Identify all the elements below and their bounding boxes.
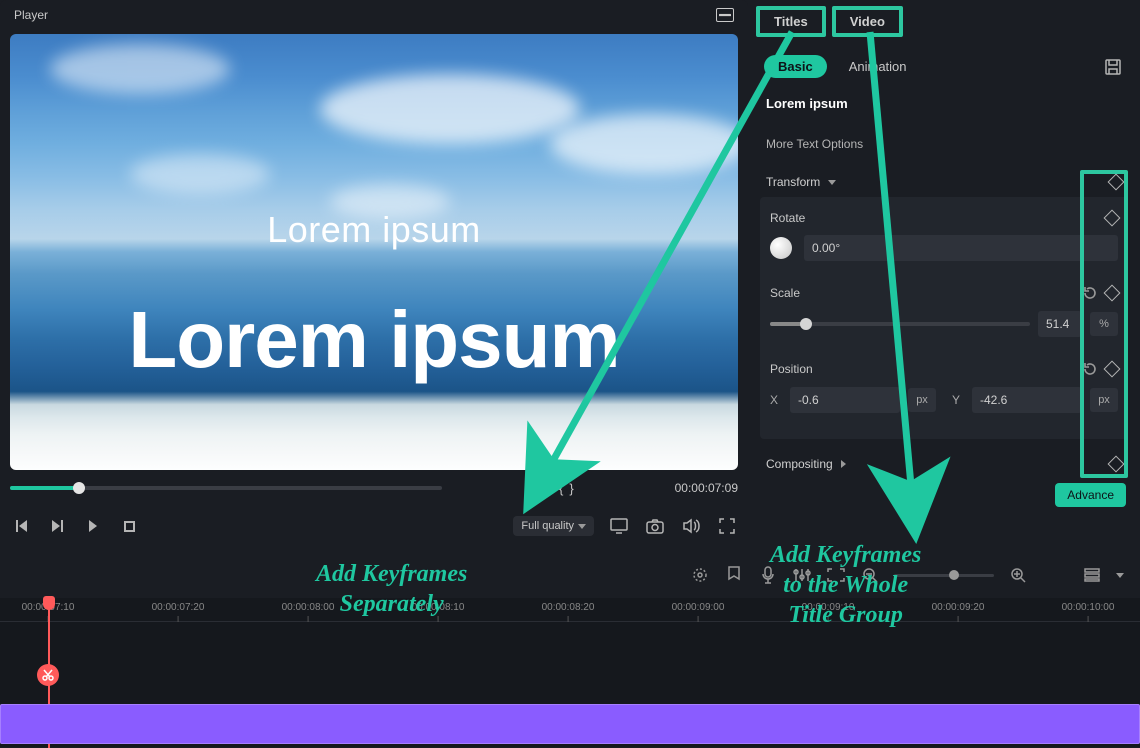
ruler-tick: 00:00:10:00 <box>1062 602 1115 613</box>
keyframe-position-button[interactable] <box>1104 361 1121 378</box>
snapshot-header-icon[interactable] <box>716 8 734 22</box>
rotate-knob[interactable] <box>770 237 792 259</box>
timeline-toolbar <box>0 555 1140 595</box>
keyframe-compositing-button[interactable] <box>1108 456 1125 473</box>
ruler-tick: 00:00:09:00 <box>672 602 725 613</box>
pos-x-label: X <box>770 393 782 407</box>
quality-dropdown[interactable]: Full quality <box>513 516 594 536</box>
tab-titles[interactable]: Titles <box>760 10 822 33</box>
chevron-right-icon <box>841 460 846 468</box>
scale-slider[interactable] <box>770 322 1030 326</box>
rotate-label: Rotate <box>770 211 830 225</box>
pos-y-label: Y <box>952 393 964 407</box>
player-panel: Player Lorem ipsum Lorem ipsum { } 00:00… <box>0 0 748 540</box>
keyframe-scale-button[interactable] <box>1104 285 1121 302</box>
annotation-right: Add Keyframesto the WholeTitle Group <box>770 540 921 630</box>
scale-reset-icon[interactable] <box>1082 285 1098 301</box>
time-ruler[interactable]: 00:00:07:1000:00:07:2000:00:08:0000:00:0… <box>0 598 1140 622</box>
player-title: Player <box>14 8 48 22</box>
zoom-in-icon[interactable] <box>1008 565 1028 585</box>
title-name-label: Lorem ipsum <box>766 96 1132 111</box>
compositing-section-header[interactable]: Compositing <box>766 457 1122 471</box>
save-preset-icon[interactable] <box>1102 56 1124 78</box>
pos-x-input[interactable] <box>790 387 900 413</box>
scale-label: Scale <box>770 286 830 300</box>
scale-input[interactable] <box>1038 311 1082 337</box>
prev-frame-button[interactable] <box>10 515 32 537</box>
scale-unit: % <box>1090 312 1118 336</box>
position-reset-icon[interactable] <box>1082 361 1098 377</box>
annotation-highlight-video: Video <box>832 6 903 37</box>
ruler-tick: 00:00:08:20 <box>542 602 595 613</box>
position-label: Position <box>770 362 830 376</box>
subtab-basic[interactable]: Basic <box>764 55 827 78</box>
annotation-highlight-titles: Titles <box>756 6 826 37</box>
transform-section-header[interactable]: Transform <box>766 175 1122 189</box>
marker-icon[interactable] <box>724 565 744 585</box>
pos-y-unit: px <box>1090 388 1118 412</box>
ruler-tick: 00:00:07:20 <box>152 602 205 613</box>
pos-y-input[interactable] <box>972 387 1082 413</box>
mark-out-button[interactable]: } <box>569 481 573 496</box>
subtab-animation[interactable]: Animation <box>835 55 921 78</box>
title-overlay-small: Lorem ipsum <box>267 209 481 251</box>
play-button[interactable] <box>82 515 104 537</box>
playhead-timecode: 00:00:07:09 <box>675 481 738 495</box>
mark-in-button[interactable]: { <box>559 481 563 496</box>
track-size-icon[interactable] <box>1082 565 1102 585</box>
playback-progress[interactable] <box>10 486 442 490</box>
pos-x-unit: px <box>908 388 936 412</box>
rotate-input[interactable] <box>804 235 1118 261</box>
split-clip-button[interactable] <box>37 664 59 686</box>
auto-ripple-icon[interactable] <box>690 565 710 585</box>
chevron-down-icon <box>828 180 836 185</box>
timeline-panel: 00:00:07:1000:00:07:2000:00:08:0000:00:0… <box>0 598 1140 747</box>
chevron-down-icon[interactable] <box>1116 573 1124 578</box>
fullscreen-icon[interactable] <box>716 515 738 537</box>
timeline-clip[interactable] <box>0 704 1140 744</box>
title-overlay-large: Lorem ipsum <box>128 294 619 386</box>
volume-icon[interactable] <box>680 515 702 537</box>
ruler-tick: 00:00:09:20 <box>932 602 985 613</box>
properties-panel: Titles Video Basic Animation Lorem ipsum… <box>748 0 1140 540</box>
stop-button[interactable] <box>118 515 140 537</box>
next-frame-button[interactable] <box>46 515 68 537</box>
preview-viewport[interactable]: Lorem ipsum Lorem ipsum <box>10 34 738 470</box>
annotation-left: Add KeyframesSeparately <box>316 559 467 619</box>
keyframe-rotate-button[interactable] <box>1104 210 1121 227</box>
keyframe-transform-button[interactable] <box>1108 174 1125 191</box>
advance-button[interactable]: Advance <box>1055 483 1126 507</box>
camera-icon[interactable] <box>644 515 666 537</box>
more-text-options-link[interactable]: More Text Options <box>766 137 1132 151</box>
display-icon[interactable] <box>608 515 630 537</box>
tab-video[interactable]: Video <box>836 10 899 33</box>
